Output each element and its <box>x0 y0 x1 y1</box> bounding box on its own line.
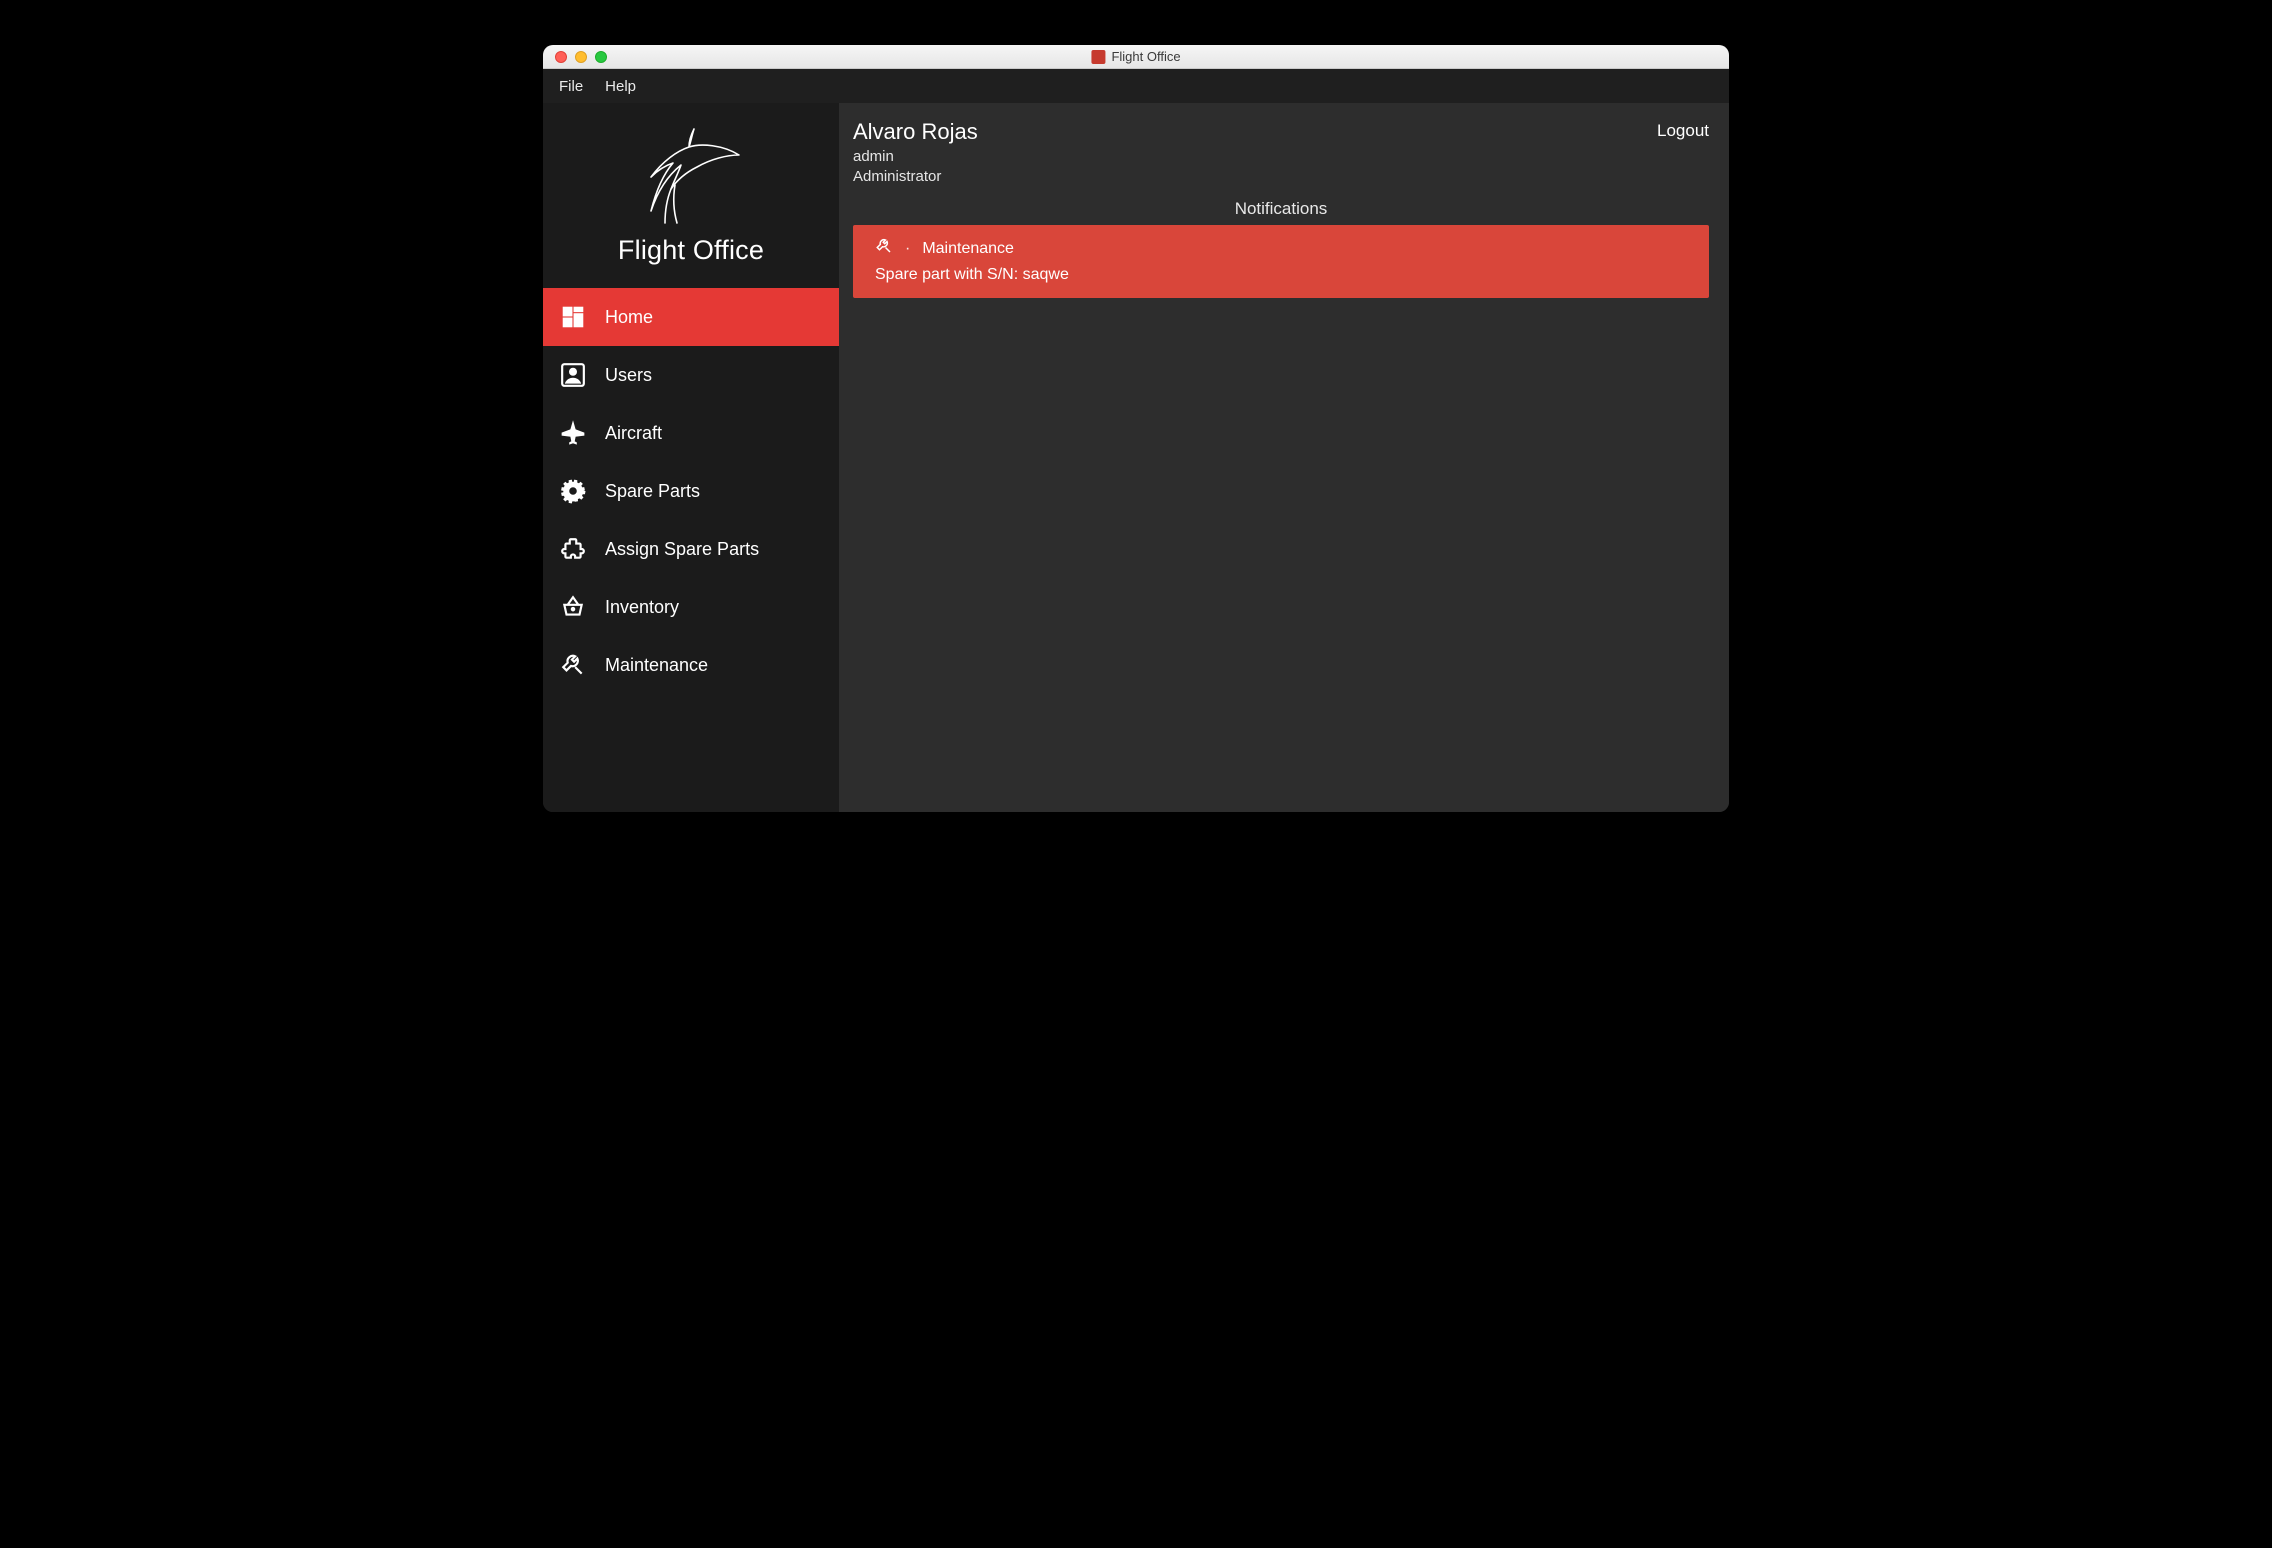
close-window-button[interactable] <box>555 51 567 63</box>
sidebar-item-label: Maintenance <box>605 655 708 676</box>
sidebar-item-label: Home <box>605 307 653 328</box>
menu-help[interactable]: Help <box>605 78 636 95</box>
notifications-heading: Notifications <box>853 199 1709 219</box>
zoom-window-button[interactable] <box>595 51 607 63</box>
notification-card[interactable]: · Maintenance Spare part with S/N: saqwe <box>853 225 1709 298</box>
airplane-icon <box>559 419 587 447</box>
user-full-name: Alvaro Rojas <box>853 117 978 147</box>
logout-button[interactable]: Logout <box>1657 117 1709 141</box>
titlebar: Flight Office <box>543 45 1729 69</box>
gear-icon <box>559 477 587 505</box>
user-icon <box>559 361 587 389</box>
sidebar-item-users[interactable]: Users <box>543 346 839 404</box>
sidebar-nav: Home Users Aircraft <box>543 288 839 694</box>
app-name: Flight Office <box>618 235 764 266</box>
notification-header: · Maintenance <box>875 237 1687 260</box>
extension-icon <box>559 535 587 563</box>
crane-logo-icon <box>631 119 751 231</box>
sidebar-item-inventory[interactable]: Inventory <box>543 578 839 636</box>
sidebar-item-label: Spare Parts <box>605 481 700 502</box>
sidebar-item-assign-spare-parts[interactable]: Assign Spare Parts <box>543 520 839 578</box>
dashboard-icon <box>559 303 587 331</box>
window-title: Flight Office <box>1091 49 1180 64</box>
app-icon <box>1091 50 1105 64</box>
sidebar-item-label: Aircraft <box>605 423 662 444</box>
sidebar-item-label: Assign Spare Parts <box>605 539 759 560</box>
menu-file[interactable]: File <box>559 78 583 95</box>
sidebar-item-spare-parts[interactable]: Spare Parts <box>543 462 839 520</box>
user-login: admin <box>853 147 978 167</box>
notification-category: Maintenance <box>922 240 1014 258</box>
logo-block: Flight Office <box>543 111 839 278</box>
app-window: Flight Office File Help <box>543 45 1729 812</box>
sidebar-item-maintenance[interactable]: Maintenance <box>543 636 839 694</box>
basket-icon <box>559 593 587 621</box>
wrench-icon <box>875 237 893 260</box>
notification-message: Spare part with S/N: saqwe <box>875 266 1687 284</box>
wrench-icon <box>559 651 587 679</box>
sidebar-item-label: Users <box>605 365 652 386</box>
window-title-text: Flight Office <box>1111 49 1180 64</box>
minimize-window-button[interactable] <box>575 51 587 63</box>
user-block: Alvaro Rojas admin Administrator <box>853 117 978 187</box>
sidebar-item-aircraft[interactable]: Aircraft <box>543 404 839 462</box>
sidebar-item-home[interactable]: Home <box>543 288 839 346</box>
content-header: Alvaro Rojas admin Administrator Logout <box>853 117 1709 187</box>
content-area: Alvaro Rojas admin Administrator Logout … <box>839 103 1729 812</box>
separator-dot: · <box>905 240 910 258</box>
traffic-lights <box>543 51 607 63</box>
app-body: Flight Office Home Users <box>543 103 1729 812</box>
sidebar-item-label: Inventory <box>605 597 679 618</box>
sidebar: Flight Office Home Users <box>543 103 839 812</box>
user-role: Administrator <box>853 167 978 187</box>
menubar: File Help <box>543 69 1729 103</box>
